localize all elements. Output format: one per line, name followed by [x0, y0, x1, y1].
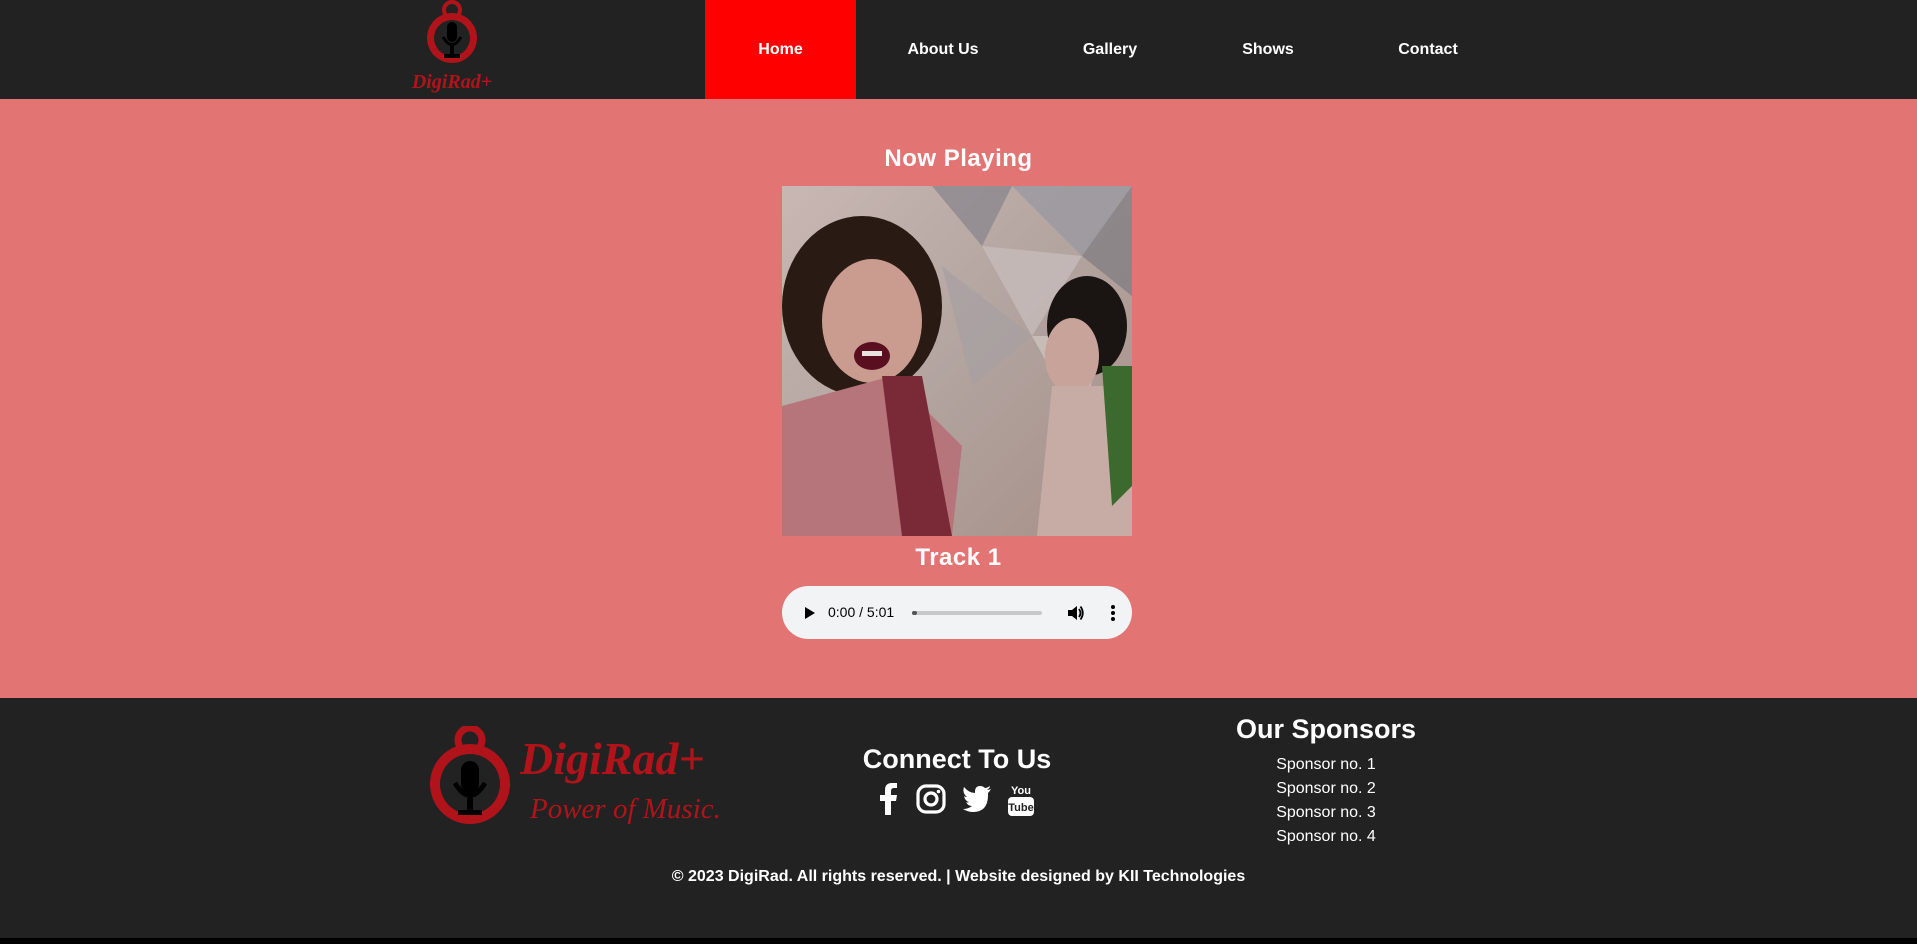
now-playing-heading: Now Playing [884, 145, 1033, 172]
more-options-icon[interactable] [1103, 603, 1123, 623]
album-cover-image [782, 186, 1132, 536]
footer-logo-tagline: Power of Music. [529, 793, 721, 825]
track-title: Track 1 [915, 544, 1002, 571]
facebook-icon[interactable] [878, 783, 898, 815]
play-icon[interactable] [800, 604, 818, 622]
instagram-icon[interactable] [916, 784, 946, 814]
nav-about-us-label: About Us [907, 40, 979, 58]
footer: DigiRad+ Power of Music. Connect To Us Y… [0, 698, 1917, 938]
nav-home[interactable]: Home [705, 0, 856, 99]
social-links: You Tube [872, 783, 1042, 817]
connect-heading: Connect To Us [862, 744, 1052, 774]
nav-contact[interactable]: Contact [1358, 0, 1498, 99]
nav-gallery[interactable]: Gallery [1040, 0, 1180, 99]
footer-logo-title: DigiRad+ [519, 733, 705, 784]
sponsor-item[interactable]: Sponsor no. 1 [1176, 756, 1476, 774]
now-playing-section: Now Playing Track 1 0:00 / 5:01 [0, 99, 1917, 698]
nav-contact-label: Contact [1398, 40, 1458, 58]
digirad-logo[interactable]: DigiRad+ [404, 0, 500, 96]
twitter-icon[interactable] [962, 785, 992, 813]
nav-gallery-label: Gallery [1082, 40, 1138, 58]
player-time: 0:00 / 5:01 [828, 604, 895, 620]
nav-about-us[interactable]: About Us [868, 0, 1018, 99]
copyright-text: © 2023 DigiRad. All rights reserved. | W… [671, 868, 1246, 885]
sponsor-item[interactable]: Sponsor no. 3 [1176, 804, 1476, 822]
seek-bar[interactable] [912, 611, 1042, 615]
sponsor-item[interactable]: Sponsor no. 2 [1176, 780, 1476, 798]
svg-text:Tube: Tube [1008, 802, 1033, 814]
youtube-icon[interactable]: You Tube [1007, 783, 1035, 817]
audio-player: 0:00 / 5:01 [782, 586, 1132, 639]
volume-icon[interactable] [1065, 603, 1085, 623]
nav-shows[interactable]: Shows [1198, 0, 1338, 99]
footer-logo[interactable]: DigiRad+ Power of Music. [428, 726, 748, 836]
svg-text:DigiRad+: DigiRad+ [411, 71, 492, 93]
top-navbar: DigiRad+ Home About Us Gallery Shows Con… [0, 0, 1917, 99]
svg-text:You: You [1011, 785, 1031, 797]
nav-home-label: Home [758, 40, 803, 58]
sponsor-item[interactable]: Sponsor no. 4 [1176, 828, 1476, 846]
sponsors-heading: Our Sponsors [1235, 714, 1417, 744]
seek-progress [912, 611, 918, 615]
nav-shows-label: Shows [1242, 40, 1294, 58]
